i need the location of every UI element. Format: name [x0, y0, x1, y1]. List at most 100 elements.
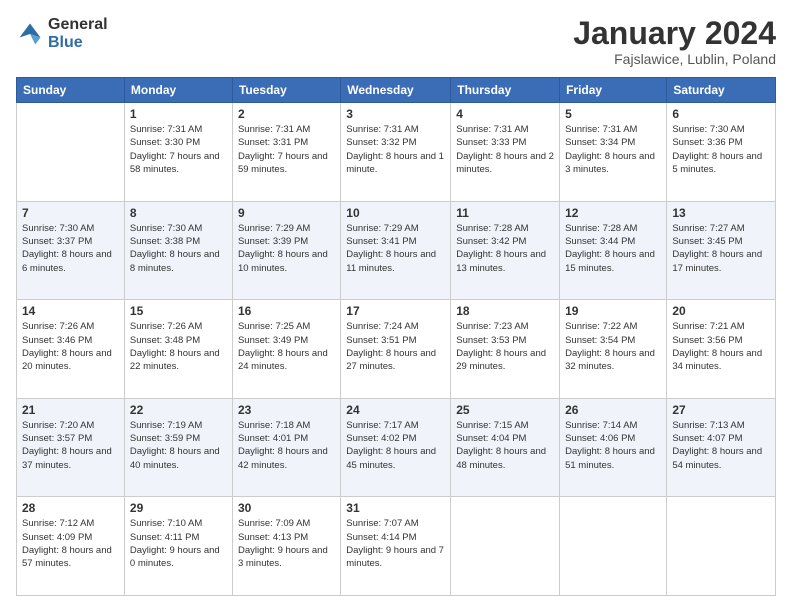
- cell-w1-d6: 13 Sunrise: 7:27 AMSunset: 3:45 PMDayligh…: [667, 201, 776, 300]
- cell-w3-d6: 27Sunrise: 7:13 AMSunset: 4:07 PMDayligh…: [667, 398, 776, 497]
- day-info: Sunrise: 7:19 AMSunset: 3:59 PMDaylight:…: [130, 420, 220, 471]
- cell-w4-d0: 28 Sunrise: 7:12 AMSunset: 4:09 PMDayligh…: [17, 497, 125, 596]
- cell-w2-d4: 18 Sunrise: 7:23 AMSunset: 3:53 PMDayligh…: [451, 300, 560, 399]
- main-title: January 2024: [573, 16, 776, 51]
- day-info: Sunrise: 7:18 AMSunset: 4:01 PMDaylight:…: [238, 420, 328, 471]
- logo-blue-text: Blue: [48, 34, 108, 52]
- header-tuesday: Tuesday: [232, 78, 340, 103]
- cell-w3-d2: 23 Sunrise: 7:18 AMSunset: 4:01 PMDayligh…: [232, 398, 340, 497]
- cell-w0-d1: 1Sunrise: 7:31 AMSunset: 3:30 PMDaylight…: [124, 103, 232, 202]
- day-number: 7: [22, 206, 119, 220]
- cell-w0-d4: 4Sunrise: 7:31 AMSunset: 3:33 PMDaylight…: [451, 103, 560, 202]
- day-number: 21: [22, 403, 119, 417]
- header-monday: Monday: [124, 78, 232, 103]
- day-number: 24: [346, 403, 445, 417]
- day-info: Sunrise: 7:29 AMSunset: 3:39 PMDaylight:…: [238, 223, 328, 274]
- header-wednesday: Wednesday: [341, 78, 451, 103]
- cell-w2-d0: 14 Sunrise: 7:26 AMSunset: 3:46 PMDayligh…: [17, 300, 125, 399]
- day-info: Sunrise: 7:30 AMSunset: 3:37 PMDaylight:…: [22, 223, 112, 274]
- day-number: 15: [130, 304, 227, 318]
- day-info: Sunrise: 7:28 AMSunset: 3:42 PMDaylight:…: [456, 223, 546, 274]
- day-info: Sunrise: 7:31 AMSunset: 3:32 PMDaylight:…: [346, 124, 444, 175]
- page: General Blue January 2024 Fajslawice, Lu…: [0, 0, 792, 612]
- day-number: 4: [456, 107, 554, 121]
- cell-w1-d3: 10 Sunrise: 7:29 AMSunset: 3:41 PMDayligh…: [341, 201, 451, 300]
- header-sunday: Sunday: [17, 78, 125, 103]
- day-info: Sunrise: 7:28 AMSunset: 3:44 PMDaylight:…: [565, 223, 655, 274]
- cell-w2-d6: 20 Sunrise: 7:21 AMSunset: 3:56 PMDayligh…: [667, 300, 776, 399]
- cell-w0-d3: 3 Sunrise: 7:31 AMSunset: 3:32 PMDaylight…: [341, 103, 451, 202]
- day-info: Sunrise: 7:29 AMSunset: 3:41 PMDaylight:…: [346, 223, 436, 274]
- day-info: Sunrise: 7:27 AMSunset: 3:45 PMDaylight:…: [672, 223, 762, 274]
- cell-w1-d2: 9Sunrise: 7:29 AMSunset: 3:39 PMDaylight…: [232, 201, 340, 300]
- day-number: 3: [346, 107, 445, 121]
- day-info: Sunrise: 7:26 AMSunset: 3:46 PMDaylight:…: [22, 321, 112, 372]
- day-info: Sunrise: 7:17 AMSunset: 4:02 PMDaylight:…: [346, 420, 436, 471]
- day-number: 5: [565, 107, 661, 121]
- logo-text: General Blue: [48, 16, 108, 51]
- day-info: Sunrise: 7:31 AMSunset: 3:34 PMDaylight:…: [565, 124, 655, 175]
- day-info: Sunrise: 7:09 AMSunset: 4:13 PMDaylight:…: [238, 518, 328, 569]
- day-number: 22: [130, 403, 227, 417]
- day-number: 16: [238, 304, 335, 318]
- day-info: Sunrise: 7:07 AMSunset: 4:14 PMDaylight:…: [346, 518, 444, 569]
- day-number: 28: [22, 501, 119, 515]
- header-saturday: Saturday: [667, 78, 776, 103]
- cell-w2-d1: 15Sunrise: 7:26 AMSunset: 3:48 PMDayligh…: [124, 300, 232, 399]
- cell-w3-d3: 24 Sunrise: 7:17 AMSunset: 4:02 PMDayligh…: [341, 398, 451, 497]
- cell-w0-d2: 2 Sunrise: 7:31 AMSunset: 3:31 PMDaylight…: [232, 103, 340, 202]
- day-number: 10: [346, 206, 445, 220]
- day-info: Sunrise: 7:30 AMSunset: 3:36 PMDaylight:…: [672, 124, 762, 175]
- day-info: Sunrise: 7:31 AMSunset: 3:31 PMDaylight:…: [238, 124, 328, 175]
- cell-w4-d5: [560, 497, 667, 596]
- day-info: Sunrise: 7:13 AMSunset: 4:07 PMDaylight:…: [672, 420, 762, 471]
- day-number: 6: [672, 107, 770, 121]
- cell-w1-d5: 12 Sunrise: 7:28 AMSunset: 3:44 PMDayligh…: [560, 201, 667, 300]
- day-info: Sunrise: 7:25 AMSunset: 3:49 PMDaylight:…: [238, 321, 328, 372]
- day-number: 13: [672, 206, 770, 220]
- day-info: Sunrise: 7:23 AMSunset: 3:53 PMDaylight:…: [456, 321, 546, 372]
- cell-w1-d1: 8Sunrise: 7:30 AMSunset: 3:38 PMDaylight…: [124, 201, 232, 300]
- header-thursday: Thursday: [451, 78, 560, 103]
- cell-w0-d6: 6 Sunrise: 7:30 AMSunset: 3:36 PMDaylight…: [667, 103, 776, 202]
- cell-w2-d2: 16 Sunrise: 7:25 AMSunset: 3:49 PMDayligh…: [232, 300, 340, 399]
- day-number: 14: [22, 304, 119, 318]
- week-row-4: 28 Sunrise: 7:12 AMSunset: 4:09 PMDayligh…: [17, 497, 776, 596]
- subtitle: Fajslawice, Lublin, Poland: [573, 51, 776, 67]
- day-number: 20: [672, 304, 770, 318]
- day-number: 8: [130, 206, 227, 220]
- day-info: Sunrise: 7:12 AMSunset: 4:09 PMDaylight:…: [22, 518, 112, 569]
- cell-w3-d1: 22 Sunrise: 7:19 AMSunset: 3:59 PMDayligh…: [124, 398, 232, 497]
- cell-w1-d4: 11Sunrise: 7:28 AMSunset: 3:42 PMDayligh…: [451, 201, 560, 300]
- day-info: Sunrise: 7:21 AMSunset: 3:56 PMDaylight:…: [672, 321, 762, 372]
- cell-w1-d0: 7 Sunrise: 7:30 AMSunset: 3:37 PMDaylight…: [17, 201, 125, 300]
- day-info: Sunrise: 7:15 AMSunset: 4:04 PMDaylight:…: [456, 420, 546, 471]
- week-row-3: 21 Sunrise: 7:20 AMSunset: 3:57 PMDayligh…: [17, 398, 776, 497]
- day-info: Sunrise: 7:14 AMSunset: 4:06 PMDaylight:…: [565, 420, 655, 471]
- logo-icon: [16, 20, 44, 48]
- day-number: 29: [130, 501, 227, 515]
- day-number: 2: [238, 107, 335, 121]
- logo-general-text: General: [48, 16, 108, 34]
- header-row: Sunday Monday Tuesday Wednesday Thursday…: [17, 78, 776, 103]
- week-row-0: 1Sunrise: 7:31 AMSunset: 3:30 PMDaylight…: [17, 103, 776, 202]
- cell-w2-d5: 19Sunrise: 7:22 AMSunset: 3:54 PMDayligh…: [560, 300, 667, 399]
- day-number: 1: [130, 107, 227, 121]
- header-friday: Friday: [560, 78, 667, 103]
- cell-w0-d5: 5 Sunrise: 7:31 AMSunset: 3:34 PMDaylight…: [560, 103, 667, 202]
- day-number: 26: [565, 403, 661, 417]
- day-info: Sunrise: 7:22 AMSunset: 3:54 PMDaylight:…: [565, 321, 655, 372]
- calendar-body: 1Sunrise: 7:31 AMSunset: 3:30 PMDaylight…: [17, 103, 776, 596]
- day-info: Sunrise: 7:20 AMSunset: 3:57 PMDaylight:…: [22, 420, 112, 471]
- cell-w4-d3: 31Sunrise: 7:07 AMSunset: 4:14 PMDayligh…: [341, 497, 451, 596]
- cell-w3-d4: 25Sunrise: 7:15 AMSunset: 4:04 PMDayligh…: [451, 398, 560, 497]
- cell-w3-d0: 21 Sunrise: 7:20 AMSunset: 3:57 PMDayligh…: [17, 398, 125, 497]
- day-number: 30: [238, 501, 335, 515]
- calendar-table: Sunday Monday Tuesday Wednesday Thursday…: [16, 77, 776, 596]
- day-number: 18: [456, 304, 554, 318]
- day-number: 23: [238, 403, 335, 417]
- day-info: Sunrise: 7:24 AMSunset: 3:51 PMDaylight:…: [346, 321, 436, 372]
- day-number: 12: [565, 206, 661, 220]
- header: General Blue January 2024 Fajslawice, Lu…: [16, 16, 776, 67]
- cell-w2-d3: 17Sunrise: 7:24 AMSunset: 3:51 PMDayligh…: [341, 300, 451, 399]
